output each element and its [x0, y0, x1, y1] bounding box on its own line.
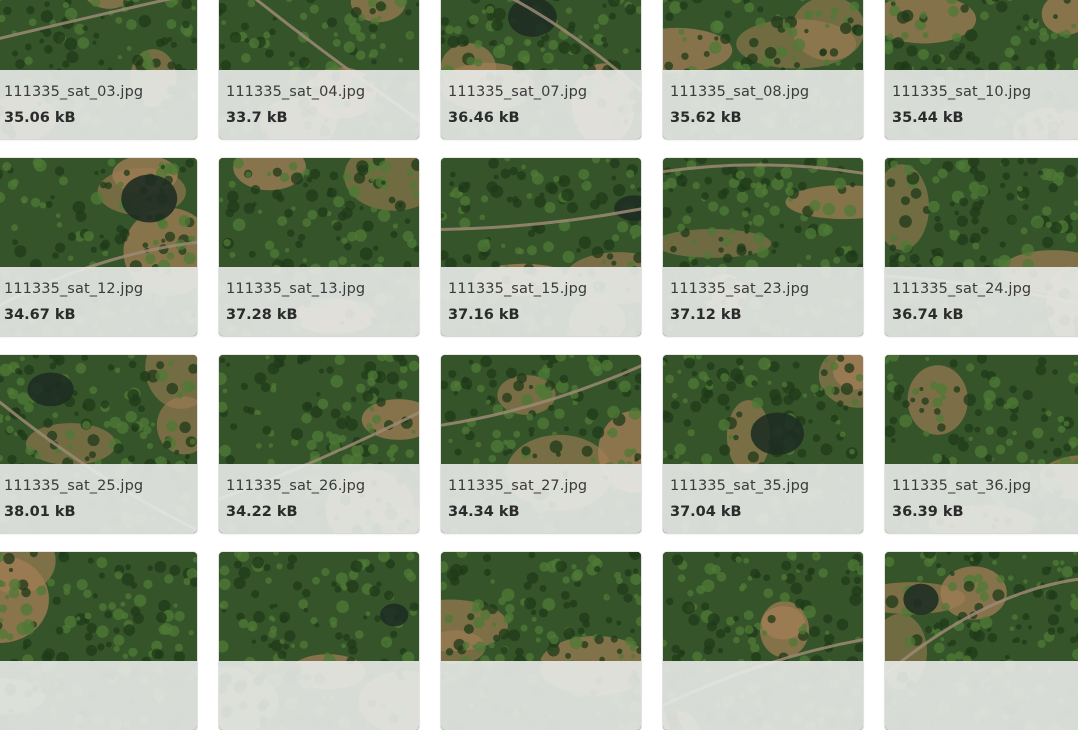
file-name: 111335_sat_10.jpg [892, 84, 1031, 100]
gallery-card[interactable]: 111335_sat_04.jpg 33.7 kB [219, 0, 419, 139]
file-size: 36.46 kB [448, 110, 520, 126]
file-name: 111335_sat_23.jpg [670, 281, 809, 297]
file-name: 111335_sat_27.jpg [448, 478, 587, 494]
gallery-card[interactable]: 111335_sat_36.jpg 36.39 kB [885, 355, 1078, 533]
file-size: 36.39 kB [892, 504, 964, 520]
gallery-card[interactable]: 111335_sat_25.jpg 38.01 kB [0, 355, 197, 533]
file-info-caption: 111335_sat_12.jpg 34.67 kB [0, 267, 197, 336]
file-info-caption: 111335_sat_04.jpg 33.7 kB [219, 70, 419, 139]
gallery-card[interactable]: 111335_sat_27.jpg 34.34 kB [441, 355, 641, 533]
file-info-caption: 111335_sat_03.jpg 35.06 kB [0, 70, 197, 139]
gallery-card[interactable] [0, 552, 197, 730]
file-info-caption: 111335_sat_26.jpg 34.22 kB [219, 464, 419, 533]
file-info-caption [441, 661, 641, 730]
file-size: 33.7 kB [226, 110, 288, 126]
gallery-card[interactable] [441, 552, 641, 730]
file-info-caption [219, 661, 419, 730]
file-info-caption: 111335_sat_27.jpg 34.34 kB [441, 464, 641, 533]
gallery-card[interactable]: 111335_sat_03.jpg 35.06 kB [0, 0, 197, 139]
file-size: 35.62 kB [670, 110, 742, 126]
gallery-card[interactable] [663, 552, 863, 730]
file-name: 111335_sat_04.jpg [226, 84, 365, 100]
file-size: 37.04 kB [670, 504, 742, 520]
file-info-caption [885, 661, 1078, 730]
gallery-card[interactable]: 111335_sat_23.jpg 37.12 kB [663, 158, 863, 336]
file-size: 37.12 kB [670, 307, 742, 323]
file-info-caption: 111335_sat_35.jpg 37.04 kB [663, 464, 863, 533]
file-size: 34.22 kB [226, 504, 298, 520]
gallery-card[interactable]: 111335_sat_07.jpg 36.46 kB [441, 0, 641, 139]
file-size: 36.74 kB [892, 307, 964, 323]
file-name: 111335_sat_24.jpg [892, 281, 1031, 297]
gallery-card[interactable]: 111335_sat_08.jpg 35.62 kB [663, 0, 863, 139]
file-size: 35.06 kB [4, 110, 76, 126]
file-info-caption: 111335_sat_13.jpg 37.28 kB [219, 267, 419, 336]
gallery-card[interactable]: 111335_sat_10.jpg 35.44 kB [885, 0, 1078, 139]
file-name: 111335_sat_07.jpg [448, 84, 587, 100]
file-info-caption: 111335_sat_07.jpg 36.46 kB [441, 70, 641, 139]
gallery-card[interactable] [219, 552, 419, 730]
gallery-card[interactable] [885, 552, 1078, 730]
gallery-card[interactable]: 111335_sat_12.jpg 34.67 kB [0, 158, 197, 336]
file-size: 38.01 kB [4, 504, 76, 520]
gallery-card[interactable]: 111335_sat_13.jpg 37.28 kB [219, 158, 419, 336]
file-info-caption: 111335_sat_24.jpg 36.74 kB [885, 267, 1078, 336]
file-info-caption: 111335_sat_25.jpg 38.01 kB [0, 464, 197, 533]
file-name: 111335_sat_36.jpg [892, 478, 1031, 494]
gallery-card[interactable]: 111335_sat_24.jpg 36.74 kB [885, 158, 1078, 336]
file-name: 111335_sat_25.jpg [4, 478, 143, 494]
file-name: 111335_sat_35.jpg [670, 478, 809, 494]
file-info-caption: 111335_sat_15.jpg 37.16 kB [441, 267, 641, 336]
file-info-caption: 111335_sat_08.jpg 35.62 kB [663, 70, 863, 139]
file-info-caption [0, 661, 197, 730]
file-name: 111335_sat_26.jpg [226, 478, 365, 494]
file-name: 111335_sat_03.jpg [4, 84, 143, 100]
file-size: 37.28 kB [226, 307, 298, 323]
file-name: 111335_sat_12.jpg [4, 281, 143, 297]
file-info-caption: 111335_sat_10.jpg 35.44 kB [885, 70, 1078, 139]
file-info-caption: 111335_sat_36.jpg 36.39 kB [885, 464, 1078, 533]
gallery-card[interactable]: 111335_sat_26.jpg 34.22 kB [219, 355, 419, 533]
gallery-card[interactable]: 111335_sat_15.jpg 37.16 kB [441, 158, 641, 336]
file-info-caption: 111335_sat_23.jpg 37.12 kB [663, 267, 863, 336]
image-gallery-grid: 111335_sat_03.jpg 35.06 kB 111335_sat_04.j… [0, 0, 1078, 577]
file-name: 111335_sat_15.jpg [448, 281, 587, 297]
file-info-caption [663, 661, 863, 730]
file-size: 34.34 kB [448, 504, 520, 520]
file-name: 111335_sat_13.jpg [226, 281, 365, 297]
file-size: 37.16 kB [448, 307, 520, 323]
file-size: 35.44 kB [892, 110, 964, 126]
file-size: 34.67 kB [4, 307, 76, 323]
file-name: 111335_sat_08.jpg [670, 84, 809, 100]
gallery-card[interactable]: 111335_sat_35.jpg 37.04 kB [663, 355, 863, 533]
